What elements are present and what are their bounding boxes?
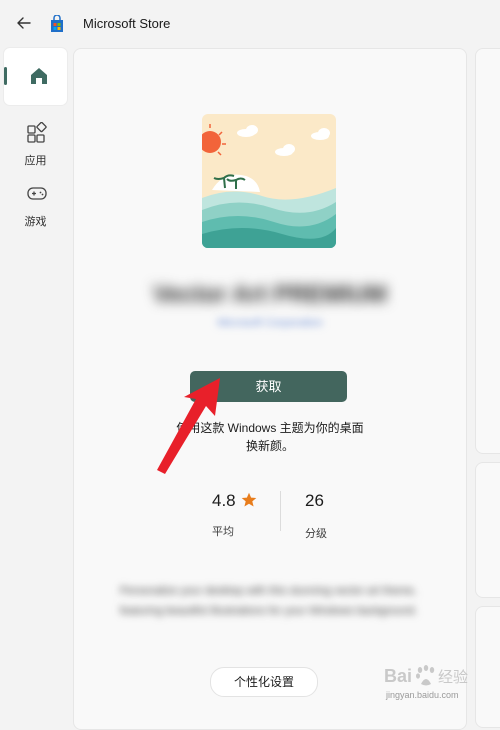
app-name: Vector Art PREMIUM <box>153 281 387 308</box>
nav-item-apps[interactable]: 应用 <box>4 122 67 178</box>
watermark-url: jingyan.baidu.com <box>386 690 459 700</box>
stats-divider <box>280 491 281 531</box>
gamepad-icon <box>27 187 47 200</box>
rating-value: 4.8 <box>212 491 236 510</box>
ratings-count-value: 26 <box>305 491 324 510</box>
side-panel-middle <box>475 462 500 598</box>
store-logo-icon <box>51 15 63 32</box>
rating-label: 平均 <box>212 526 234 538</box>
personalization-settings-button[interactable]: 个性化设置 <box>210 667 318 697</box>
back-arrow-icon[interactable] <box>14 13 34 33</box>
app-title: Microsoft Store <box>83 16 171 31</box>
selection-indicator <box>4 67 7 85</box>
description-line-2: 换新颜。 <box>245 439 294 453</box>
nav-item-home[interactable] <box>4 48 67 105</box>
app-description: 使用这款 Windows 主题为你的桌面 换新颜。 <box>170 419 370 455</box>
nav-label-apps: 应用 <box>24 155 47 167</box>
home-icon <box>31 68 47 84</box>
get-button[interactable]: 获取 <box>190 371 347 402</box>
title-bar: Microsoft Store <box>0 0 500 48</box>
publisher-link[interactable]: Microsoft Corporation <box>197 317 343 331</box>
about-text: Personalize your desktop with this stunn… <box>120 585 418 617</box>
nav-label-games: 游戏 <box>24 216 47 228</box>
app-thumbnail <box>202 114 336 248</box>
svg-text:Bai: Bai <box>384 666 412 686</box>
baidu-watermark-logo: Bai 经验 <box>384 665 468 686</box>
rating-summary: 4.8 平均 <box>182 489 282 539</box>
nav-item-games[interactable]: 游戏 <box>4 183 67 239</box>
theme-artwork-image <box>202 114 336 248</box>
ratings-count-label: 分级 <box>305 528 327 540</box>
apps-icon <box>27 122 47 143</box>
star-icon <box>241 492 257 507</box>
svg-text:经验: 经验 <box>438 668 468 686</box>
side-panel-top <box>475 48 500 454</box>
watermark: Bai 经验 jingyan.baidu.com <box>380 660 496 710</box>
description-line-1: 使用这款 Windows 主题为你的桌面 <box>176 421 364 435</box>
product-card: Vector Art PREMIUM Microsoft Corporation… <box>73 48 467 730</box>
